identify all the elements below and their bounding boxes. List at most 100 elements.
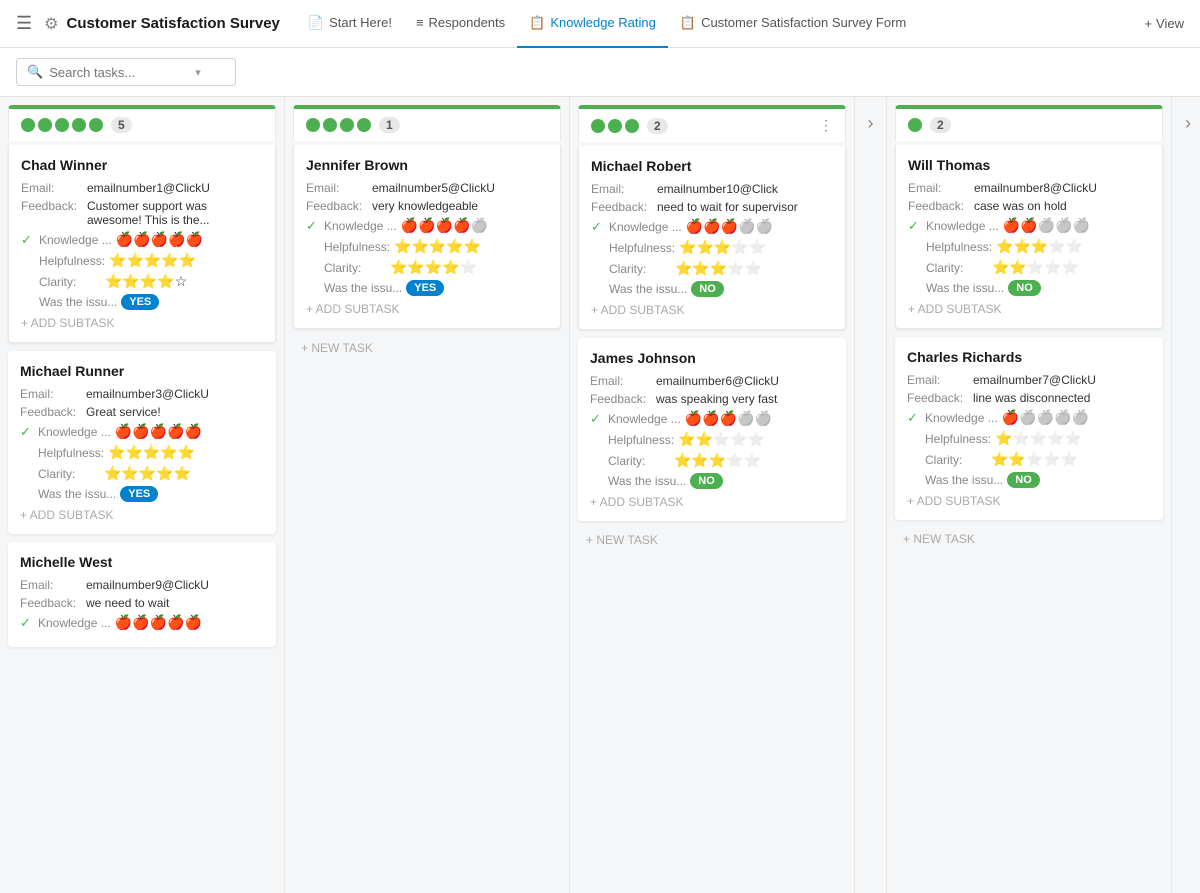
card-chad-winner: Chad Winner Email: emailnumber1@ClickU F… bbox=[8, 145, 276, 343]
jennifer-clarity: ⭐⭐⭐⭐⭐ bbox=[390, 259, 477, 276]
chad-feedback: Customer support was awesome! This is th… bbox=[87, 199, 263, 227]
james-feedback: was speaking very fast bbox=[656, 392, 777, 406]
charles-add-subtask[interactable]: + ADD SUBTASK bbox=[907, 494, 1151, 508]
column-1: 5 Chad Winner Email: emailnumber1@ClickU… bbox=[0, 97, 285, 893]
jennifer-feedback: very knowledgeable bbox=[372, 199, 478, 213]
michael-robert-name: Michael Robert bbox=[591, 158, 833, 174]
charles-richards-name: Charles Richards bbox=[907, 349, 1151, 365]
plus-icon: + bbox=[1144, 16, 1152, 31]
card-michelle-west: Michelle West Email: emailnumber9@ClickU… bbox=[8, 542, 276, 647]
board: 5 Chad Winner Email: emailnumber1@ClickU… bbox=[0, 97, 1200, 893]
search-input[interactable] bbox=[49, 65, 189, 80]
clarity-label: Clarity: bbox=[39, 275, 101, 289]
will-helpfulness: ⭐⭐⭐⭐⭐ bbox=[996, 238, 1083, 255]
col1-count: 5 bbox=[111, 117, 132, 133]
jennifer-brown-name: Jennifer Brown bbox=[306, 157, 548, 173]
jennifer-knowledge: 🍎🍎🍎🍎🍎 bbox=[401, 217, 488, 234]
card-jennifer-brown: Jennifer Brown Email: emailnumber5@Click… bbox=[293, 145, 561, 329]
col2-dots bbox=[306, 118, 371, 132]
search-icon: 🔍 bbox=[27, 64, 43, 80]
tab-start[interactable]: 📄 Start Here! bbox=[296, 0, 404, 48]
will-feedback: case was on hold bbox=[974, 199, 1067, 213]
search-input-wrap[interactable]: 🔍 ▾ bbox=[16, 58, 236, 86]
runner-email: emailnumber3@ClickU bbox=[86, 387, 209, 401]
respondents-icon: ≡ bbox=[416, 15, 424, 30]
gear-icon[interactable]: ⚙ bbox=[44, 14, 58, 34]
col3-dots-menu[interactable]: ⋮ bbox=[819, 117, 833, 134]
card-michael-robert: Michael Robert Email: emailnumber10@Clic… bbox=[578, 146, 846, 330]
app-container: ☰ ⚙ Customer Satisfaction Survey 📄 Start… bbox=[0, 0, 1200, 893]
col4-new-task[interactable]: + NEW TASK bbox=[887, 528, 1171, 554]
form-icon: 📋 bbox=[680, 15, 696, 31]
tab-form[interactable]: 📋 Customer Satisfaction Survey Form bbox=[668, 0, 918, 48]
jennifer-add-subtask[interactable]: + ADD SUBTASK bbox=[306, 302, 548, 316]
col3-header: 2 ⋮ bbox=[578, 105, 846, 142]
start-icon: 📄 bbox=[308, 15, 324, 31]
charles-helpfulness: ⭐⭐⭐⭐⭐ bbox=[995, 430, 1082, 447]
chad-winner-name: Chad Winner bbox=[21, 157, 263, 173]
mrobert-knowledge: 🍎🍎🍎🍎🍎 bbox=[686, 218, 773, 235]
will-add-subtask[interactable]: + ADD SUBTASK bbox=[908, 302, 1150, 316]
chad-clarity: ⭐⭐⭐⭐☆ bbox=[105, 273, 187, 290]
runner-issue-badge: YES bbox=[120, 486, 158, 502]
app-title: Customer Satisfaction Survey bbox=[66, 15, 279, 32]
james-johnson-name: James Johnson bbox=[590, 350, 834, 366]
mrobert-add-subtask[interactable]: + ADD SUBTASK bbox=[591, 303, 833, 317]
col1-dots bbox=[21, 118, 103, 132]
charles-knowledge: 🍎🍎🍎🍎🍎 bbox=[1002, 409, 1089, 426]
charles-email: emailnumber7@ClickU bbox=[973, 373, 1096, 387]
nav-tabs: 📄 Start Here! ≡ Respondents 📋 Knowledge … bbox=[296, 0, 918, 48]
col3-new-task[interactable]: + NEW TASK bbox=[570, 529, 854, 555]
mrobert-email: emailnumber10@Click bbox=[657, 182, 778, 196]
jennifer-issue-badge: YES bbox=[406, 280, 444, 296]
chad-helpfulness: ⭐⭐⭐⭐⭐ bbox=[109, 252, 196, 269]
expand-arrow-icon[interactable]: › bbox=[868, 113, 874, 134]
tab-respondents[interactable]: ≡ Respondents bbox=[404, 0, 517, 48]
tab-start-label: Start Here! bbox=[329, 15, 392, 30]
col2-new-task[interactable]: + NEW TASK bbox=[285, 337, 569, 363]
james-issue-badge: NO bbox=[690, 473, 723, 489]
search-bar: 🔍 ▾ bbox=[0, 48, 1200, 97]
helpfulness-label: Helpfulness: bbox=[39, 254, 105, 268]
james-clarity: ⭐⭐⭐⭐⭐ bbox=[674, 452, 761, 469]
col2-header: 1 bbox=[293, 105, 561, 141]
view-button[interactable]: + View bbox=[1144, 16, 1184, 31]
will-clarity: ⭐⭐⭐⭐⭐ bbox=[992, 259, 1079, 276]
col2-count: 1 bbox=[379, 117, 400, 133]
feedback-label: Feedback: bbox=[21, 199, 83, 213]
will-knowledge: 🍎🍎🍎🍎🍎 bbox=[1003, 217, 1090, 234]
card-james-johnson: James Johnson Email: emailnumber6@ClickU… bbox=[578, 338, 846, 521]
menu-icon[interactable]: ☰ bbox=[16, 13, 32, 34]
col3-cards: Michael Robert Email: emailnumber10@Clic… bbox=[570, 146, 854, 893]
james-add-subtask[interactable]: + ADD SUBTASK bbox=[590, 495, 834, 509]
michelle-west-name: Michelle West bbox=[20, 554, 264, 570]
knowledge-label: Knowledge ... bbox=[39, 233, 112, 247]
charles-issue-badge: NO bbox=[1007, 472, 1040, 488]
chad-add-subtask[interactable]: + ADD SUBTASK bbox=[21, 316, 263, 330]
card-will-thomas: Will Thomas Email: emailnumber8@ClickU F… bbox=[895, 145, 1163, 329]
jennifer-helpfulness: ⭐⭐⭐⭐⭐ bbox=[394, 238, 481, 255]
column-collapsed[interactable]: › bbox=[855, 97, 887, 893]
mrobert-helpfulness: ⭐⭐⭐⭐⭐ bbox=[679, 239, 766, 256]
col4-count: 2 bbox=[930, 117, 951, 133]
col4-dots bbox=[908, 118, 922, 132]
column-2: 1 Jennifer Brown Email: emailnumber5@Cli… bbox=[285, 97, 570, 893]
column-right-collapsed[interactable]: › bbox=[1172, 97, 1200, 893]
col3-dots bbox=[591, 119, 639, 133]
tab-knowledge-label: Knowledge Rating bbox=[550, 15, 656, 30]
col4-cards: Will Thomas Email: emailnumber8@ClickU F… bbox=[887, 145, 1171, 893]
runner-add-subtask[interactable]: + ADD SUBTASK bbox=[20, 508, 264, 522]
chevron-down-icon[interactable]: ▾ bbox=[195, 66, 201, 79]
mrobert-feedback: need to wait for supervisor bbox=[657, 200, 798, 214]
jennifer-email: emailnumber5@ClickU bbox=[372, 181, 495, 195]
james-email: emailnumber6@ClickU bbox=[656, 374, 779, 388]
col1-header: 5 bbox=[8, 105, 276, 141]
tab-knowledge[interactable]: 📋 Knowledge Rating bbox=[517, 0, 668, 48]
chad-email: emailnumber1@ClickU bbox=[87, 181, 210, 195]
james-helpfulness: ⭐⭐⭐⭐⭐ bbox=[678, 431, 765, 448]
card-charles-richards: Charles Richards Email: emailnumber7@Cli… bbox=[895, 337, 1163, 520]
right-expand-arrow-icon[interactable]: › bbox=[1185, 113, 1191, 134]
col2-cards: Jennifer Brown Email: emailnumber5@Click… bbox=[285, 145, 569, 893]
will-issue-badge: NO bbox=[1008, 280, 1041, 296]
charles-clarity: ⭐⭐⭐⭐⭐ bbox=[991, 451, 1078, 468]
